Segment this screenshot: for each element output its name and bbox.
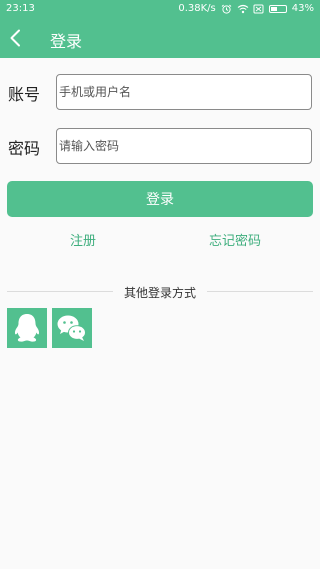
back-button[interactable]: [4, 23, 34, 53]
battery-icon: [268, 4, 287, 13]
account-input[interactable]: [56, 74, 312, 110]
account-row: 账号: [0, 74, 320, 110]
wifi-icon: [237, 4, 249, 14]
sim-icon: [253, 4, 264, 14]
status-indicators: 0.38K/s 43%: [178, 3, 314, 14]
wechat-icon: [57, 315, 86, 341]
other-login-divider: 其他登录方式: [7, 284, 313, 300]
account-label: 账号: [8, 85, 41, 104]
password-input[interactable]: [56, 128, 312, 164]
password-label: 密码: [8, 139, 41, 158]
login-button[interactable]: 登录: [7, 181, 313, 217]
wechat-login-button[interactable]: [52, 308, 92, 348]
forgot-password-link[interactable]: 忘记密码: [209, 230, 261, 249]
battery-percent: 43%: [291, 3, 314, 14]
other-login-label: 其他登录方式: [123, 286, 196, 300]
status-time: 23:13: [6, 3, 35, 14]
page-title: 登录: [50, 32, 83, 51]
back-chevron-icon: [10, 29, 20, 47]
title-bar: 登录: [0, 18, 320, 58]
password-row: 密码: [0, 128, 320, 164]
register-link[interactable]: 注册: [70, 230, 96, 249]
alarm-icon: [221, 4, 232, 14]
qq-login-button[interactable]: [7, 308, 47, 348]
network-speed: 0.38K/s: [178, 3, 216, 14]
status-bar: 23:13 0.38K/s 43%: [0, 0, 320, 18]
qq-icon: [14, 314, 40, 342]
login-screen: 23:13 0.38K/s 43% 登录 账号 手机或用户名 密码 登录 注册 …: [0, 0, 320, 569]
